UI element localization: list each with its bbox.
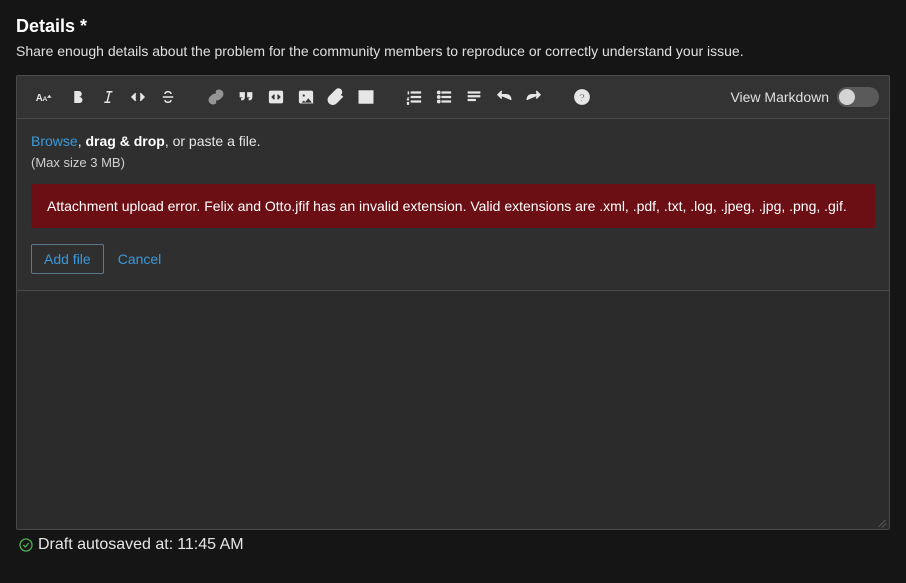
editor-toolbar: AA <box>17 76 889 119</box>
drag-drop-text: drag & drop <box>85 133 164 149</box>
attachment-icon[interactable] <box>323 84 349 110</box>
browse-link[interactable]: Browse <box>31 133 78 149</box>
link-icon[interactable] <box>203 84 229 110</box>
svg-text:A: A <box>36 93 43 104</box>
autosave-status: Draft autosaved at: 11:45 AM <box>16 530 890 554</box>
autosave-prefix: Draft autosaved at: <box>38 536 173 554</box>
attachment-rest-text: , or paste a file. <box>165 133 261 149</box>
font-size-icon[interactable]: AA <box>27 84 61 110</box>
error-banner: Attachment upload error. Felix and Otto.… <box>31 184 875 228</box>
section-title: Details * <box>16 16 890 37</box>
strikethrough-icon[interactable] <box>155 84 181 110</box>
quote-icon[interactable] <box>233 84 259 110</box>
svg-text:?: ? <box>579 92 585 104</box>
italic-icon[interactable] <box>95 84 121 110</box>
toggle-switch[interactable] <box>837 87 879 107</box>
table-icon[interactable] <box>353 84 379 110</box>
add-file-button[interactable]: Add file <box>31 244 104 274</box>
attachment-area: Browse, drag & drop, or paste a file. (M… <box>17 119 889 291</box>
svg-text:A: A <box>43 96 48 103</box>
unordered-list-icon[interactable] <box>431 84 457 110</box>
code-icon[interactable] <box>125 84 151 110</box>
section-subtitle: Share enough details about the problem f… <box>16 43 890 59</box>
editor-textarea[interactable] <box>17 291 889 529</box>
code-block-icon[interactable] <box>263 84 289 110</box>
autosave-time: 11:45 AM <box>177 536 243 554</box>
resize-handle-icon[interactable] <box>875 515 887 527</box>
help-icon[interactable]: ? <box>569 84 595 110</box>
image-icon[interactable] <box>293 84 319 110</box>
editor-card: AA <box>16 75 890 530</box>
undo-icon[interactable] <box>491 84 517 110</box>
max-size-text: (Max size 3 MB) <box>31 155 875 170</box>
redo-icon[interactable] <box>521 84 547 110</box>
paragraph-icon[interactable] <box>461 84 487 110</box>
view-markdown-label: View Markdown <box>730 89 829 105</box>
bold-icon[interactable] <box>65 84 91 110</box>
ordered-list-icon[interactable] <box>401 84 427 110</box>
attachment-instructions: Browse, drag & drop, or paste a file. <box>31 133 875 149</box>
cancel-button[interactable]: Cancel <box>118 251 162 267</box>
check-circle-icon <box>18 537 34 553</box>
view-markdown-toggle[interactable]: View Markdown <box>730 87 879 107</box>
